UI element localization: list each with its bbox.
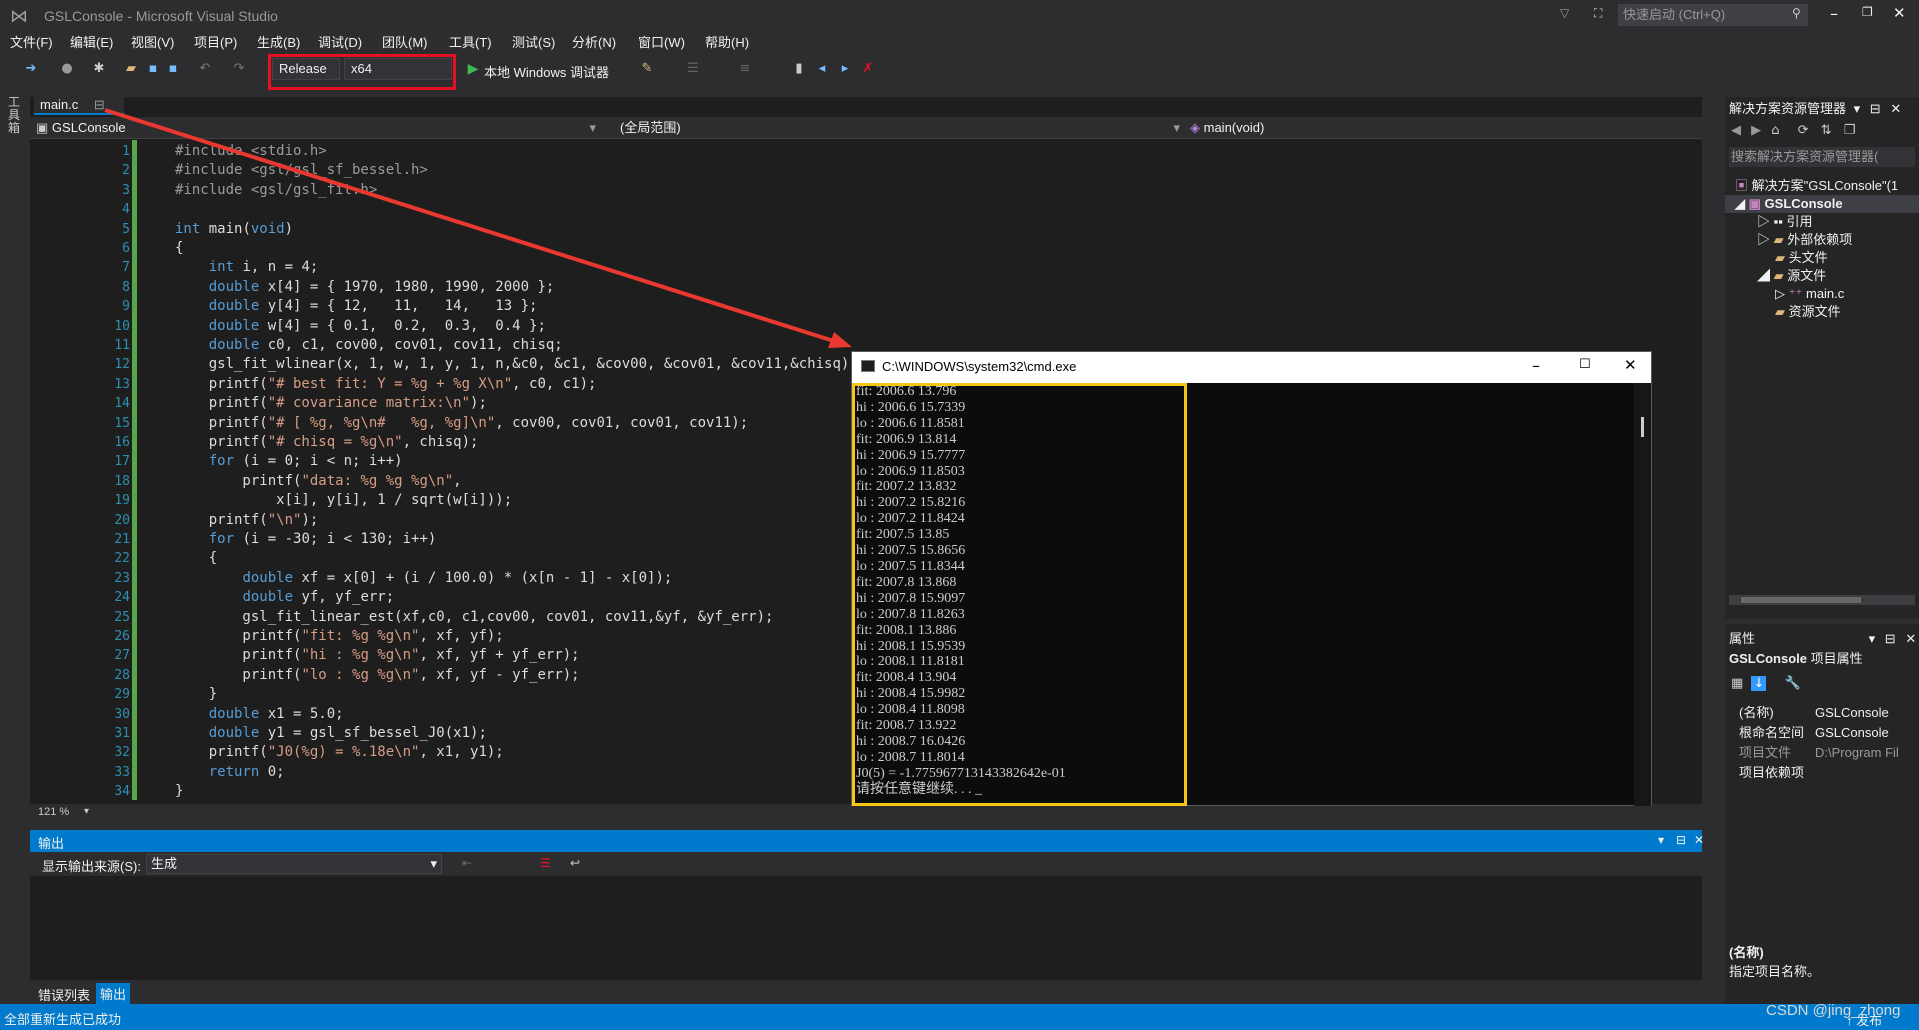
- annotation-arrow-line: [104, 108, 841, 345]
- annotation-arrow: [104, 108, 852, 348]
- annotation-arrow-head: [828, 332, 852, 348]
